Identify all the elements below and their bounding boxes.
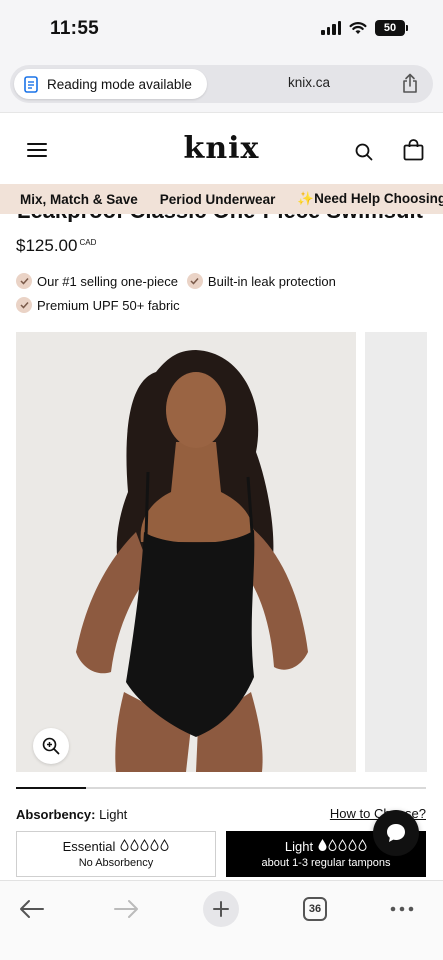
price-row: $125.00 CAD xyxy=(16,236,96,256)
forward-arrow-icon xyxy=(114,900,138,918)
absorbency-selected: Light xyxy=(99,807,128,822)
address-bar[interactable]: Reading mode available knix.ca xyxy=(10,65,433,103)
back-arrow-icon xyxy=(20,900,44,918)
gallery-progress-fill xyxy=(16,787,86,789)
feature-text: Our #1 selling one-piece xyxy=(37,273,178,289)
feature-row: Premium UPF 50+ fabric xyxy=(16,297,436,313)
drop-rating-icons xyxy=(317,839,367,854)
feature-item: Premium UPF 50+ fabric xyxy=(16,297,180,313)
product-image[interactable] xyxy=(16,332,356,772)
drop-icon xyxy=(140,839,149,851)
option-name: Light xyxy=(284,839,314,854)
promo-strip: Mix, Match & Save Period Underwear ✨Need… xyxy=(0,184,443,214)
reading-mode-button[interactable]: Reading mode available xyxy=(14,69,207,99)
url-text[interactable]: knix.ca xyxy=(288,75,330,90)
drop-icon xyxy=(328,839,337,851)
reading-mode-label: Reading mode available xyxy=(47,76,192,92)
reading-mode-icon xyxy=(24,75,38,93)
battery-icon: 50 xyxy=(375,20,408,36)
chat-bubble-icon xyxy=(387,824,405,842)
check-icon xyxy=(186,273,203,289)
more-menu-button[interactable] xyxy=(384,891,420,927)
site-logo[interactable]: knix xyxy=(0,131,443,166)
option-name-row: Essential xyxy=(17,839,215,854)
tabs-button[interactable]: 36 xyxy=(300,891,330,927)
tab-count: 36 xyxy=(303,897,327,921)
option-description: No Absorbency xyxy=(78,857,154,869)
price-currency: CAD xyxy=(79,238,97,247)
feature-row: Our #1 selling one-piece Built-in leak p… xyxy=(16,273,436,289)
more-dots-icon xyxy=(390,906,414,912)
status-time: 11:55 xyxy=(50,18,100,39)
cart-button[interactable] xyxy=(403,139,424,166)
new-tab-button[interactable] xyxy=(203,891,239,927)
share-icon xyxy=(403,73,417,93)
check-icon xyxy=(16,273,32,289)
drop-icon xyxy=(358,839,367,851)
product-title: Leakproof Classic One-Piece Swimsuit xyxy=(17,214,423,222)
option-name: Essential xyxy=(62,839,116,854)
search-icon xyxy=(355,143,373,161)
search-button[interactable] xyxy=(355,143,373,166)
absorbency-row: Absorbency: Light How to Choose? xyxy=(16,806,426,824)
absorbency-label: Absorbency: Light xyxy=(16,807,127,822)
browser-toolbar: 36 xyxy=(0,880,443,960)
shopping-bag-icon xyxy=(403,139,424,161)
drop-icon xyxy=(120,839,129,851)
drop-icon xyxy=(160,839,169,851)
option-description: about 1-3 regular tampons xyxy=(261,857,391,869)
back-button[interactable] xyxy=(14,891,50,927)
zoom-button[interactable] xyxy=(33,728,69,764)
product-title-clip: Leakproof Classic One-Piece Swimsuit xyxy=(0,214,443,222)
model-photo xyxy=(16,332,356,772)
promo-link-mix-match[interactable]: Mix, Match & Save xyxy=(20,192,138,207)
forward-button[interactable] xyxy=(108,891,144,927)
product-price: $125.00 xyxy=(16,236,78,255)
feature-item: Built-in leak protection xyxy=(186,273,336,289)
promo-link-period-underwear[interactable]: Period Underwear xyxy=(160,192,276,207)
share-button[interactable] xyxy=(401,73,419,99)
promo-link-need-help[interactable]: ✨Need Help Choosing? xyxy=(297,191,443,207)
drop-icon xyxy=(130,839,139,851)
site-header: knix xyxy=(0,112,443,184)
feature-text: Premium UPF 50+ fabric xyxy=(37,297,180,313)
absorbency-label-text: Absorbency: xyxy=(16,807,96,822)
wifi-icon xyxy=(349,22,367,34)
drop-icon xyxy=(348,839,357,851)
status-bar: 11:55 50 xyxy=(0,0,443,60)
check-icon xyxy=(16,297,32,313)
absorbency-option-essential[interactable]: Essential No Absorbency xyxy=(16,831,216,877)
browser-address-area: Reading mode available knix.ca xyxy=(0,60,443,112)
promo-need-help-label: Need Help Choosing? xyxy=(314,191,443,206)
status-icons: 50 xyxy=(321,20,408,36)
sparkle-icon: ✨ xyxy=(297,191,315,206)
next-product-image[interactable] xyxy=(365,332,427,772)
feature-text: Built-in leak protection xyxy=(207,273,336,289)
drop-icon xyxy=(318,839,327,851)
cellular-signal-icon xyxy=(321,21,341,35)
feature-item: Our #1 selling one-piece xyxy=(16,273,178,289)
zoom-in-icon xyxy=(42,737,60,755)
drop-rating-icons xyxy=(119,839,169,854)
drop-icon xyxy=(338,839,347,851)
plus-icon xyxy=(213,901,229,917)
drop-icon xyxy=(150,839,159,851)
chat-button[interactable] xyxy=(373,810,419,856)
product-features: Our #1 selling one-piece Built-in leak p… xyxy=(16,273,436,321)
